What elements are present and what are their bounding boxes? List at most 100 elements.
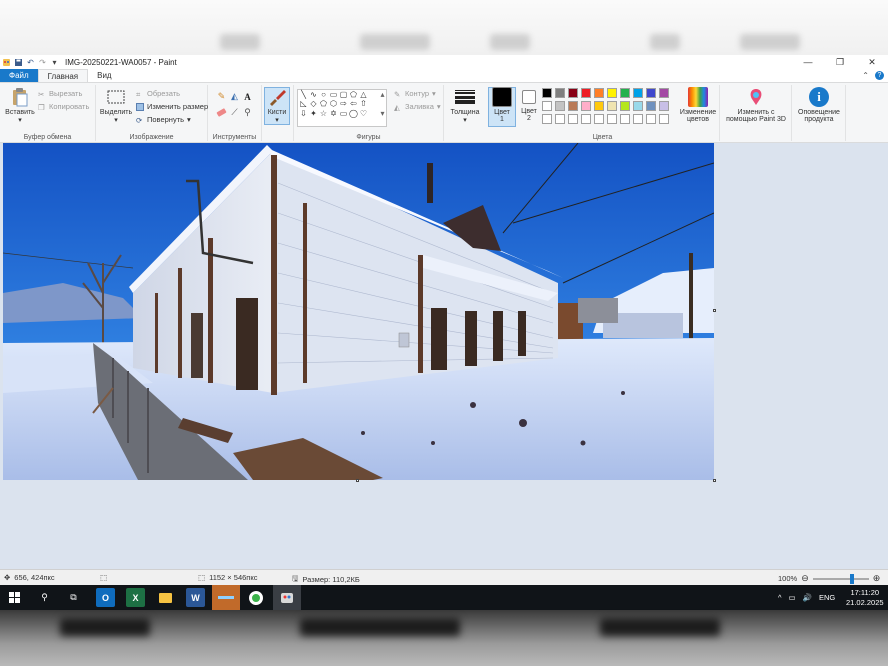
magnifier-icon[interactable]: ⚲ — [242, 107, 253, 118]
diamond-shape-icon[interactable]: ◇ — [309, 100, 318, 108]
paint3d-button[interactable]: Изменить с помощью Paint 3D — [722, 87, 790, 123]
search-icon[interactable]: ⚲ — [35, 588, 54, 607]
palette-swatch[interactable] — [594, 88, 604, 98]
shapes-scroll-icon[interactable]: ▴ — [378, 91, 387, 99]
task-view-icon[interactable]: ⧉ — [64, 588, 83, 607]
star-six-shape-icon[interactable]: ✡ — [329, 110, 338, 118]
arrow-left-shape-icon[interactable]: ⇦ — [349, 100, 358, 108]
arrow-up-shape-icon[interactable]: ⇧ — [359, 100, 368, 108]
palette-swatch[interactable] — [633, 88, 643, 98]
palette-swatch[interactable] — [568, 114, 578, 124]
brushes-button[interactable]: Кисти ▾ — [260, 87, 294, 124]
polygon-shape-icon[interactable]: ⬠ — [349, 91, 358, 99]
text-icon[interactable]: A — [242, 91, 253, 102]
callout-rect-shape-icon[interactable]: ▭ — [339, 110, 348, 118]
palette-swatch[interactable] — [659, 101, 669, 111]
palette-swatch[interactable] — [659, 88, 669, 98]
oval-shape-icon[interactable]: ○ — [319, 91, 328, 99]
outline-button[interactable]: ✎ Контур ▾ — [394, 89, 436, 99]
undo-icon[interactable]: ↶ — [26, 58, 35, 67]
clock[interactable]: 17:11:20 21.02.2025 — [846, 585, 884, 610]
product-alert-button[interactable]: i Оповещение продукта — [794, 87, 844, 123]
palette-swatch[interactable] — [581, 114, 591, 124]
resize-handle-corner[interactable] — [713, 479, 716, 482]
zoom-in-button[interactable]: ⊕ — [873, 573, 881, 584]
palette-swatch[interactable] — [542, 101, 552, 111]
eraser-icon[interactable] — [216, 107, 227, 118]
palette-swatch[interactable] — [568, 88, 578, 98]
palette-swatch[interactable] — [607, 114, 617, 124]
pencil-icon[interactable]: ✎ — [216, 91, 227, 102]
customize-quick-access-icon[interactable]: ▾ — [50, 58, 59, 67]
arrow-right-shape-icon[interactable]: ⇨ — [339, 100, 348, 108]
star-five-shape-icon[interactable]: ☆ — [319, 110, 328, 118]
heart-shape-icon[interactable]: ♡ — [359, 110, 368, 118]
palette-swatch[interactable] — [555, 101, 565, 111]
palette-swatch[interactable] — [646, 88, 656, 98]
palette-swatch[interactable] — [581, 88, 591, 98]
excel-icon[interactable]: X — [126, 588, 145, 607]
cut-button[interactable]: ✂ Вырезать — [38, 89, 82, 99]
language-indicator[interactable]: ENG — [819, 593, 835, 602]
zoom-slider-thumb[interactable] — [849, 573, 854, 584]
select-button[interactable]: Выделить ▾ — [98, 87, 134, 124]
palette-swatch[interactable] — [620, 101, 630, 111]
palette-swatch[interactable] — [581, 101, 591, 111]
right-triangle-shape-icon[interactable]: ◺ — [299, 100, 308, 108]
star-four-shape-icon[interactable]: ✦ — [309, 110, 318, 118]
tray-chevron-icon[interactable]: ^ — [778, 593, 782, 602]
callout-oval-shape-icon[interactable]: ◯ — [349, 110, 358, 118]
pentagon-shape-icon[interactable]: ⬠ — [319, 100, 328, 108]
zoom-out-button[interactable]: ⊖ — [801, 573, 809, 584]
color2-button[interactable]: Цвет 2 — [514, 87, 544, 122]
fill-bucket-icon[interactable]: ◭ — [229, 91, 240, 102]
palette-swatch[interactable] — [607, 101, 617, 111]
palette-swatch[interactable] — [659, 114, 669, 124]
rectangle-shape-icon[interactable]: ▭ — [329, 91, 338, 99]
palette-swatch[interactable] — [607, 88, 617, 98]
hexagon-shape-icon[interactable]: ⬡ — [329, 100, 338, 108]
canvas-image[interactable] — [3, 143, 714, 480]
rounded-rectangle-shape-icon[interactable]: ▢ — [339, 91, 348, 99]
resize-handle-right[interactable] — [713, 309, 716, 312]
palette-swatch[interactable] — [542, 114, 552, 124]
maximize-button[interactable]: ❐ — [824, 55, 856, 69]
network-icon[interactable]: ▭ — [789, 593, 796, 602]
palette-swatch[interactable] — [633, 101, 643, 111]
minimize-button[interactable]: — — [792, 55, 824, 69]
palette-swatch[interactable] — [646, 101, 656, 111]
crop-button[interactable]: ⌗ Обрезать — [136, 89, 180, 99]
paste-button[interactable]: Вставить ▾ — [2, 87, 38, 124]
size-button[interactable]: Толщина ▾ — [447, 87, 483, 124]
redo-icon[interactable]: ↷ — [38, 58, 47, 67]
copy-button[interactable]: ❐ Копировать — [38, 102, 89, 112]
word-icon[interactable]: W — [186, 588, 205, 607]
palette-swatch[interactable] — [594, 101, 604, 111]
palette-swatch[interactable] — [555, 114, 565, 124]
fill-button[interactable]: ◭ Заливка ▾ — [394, 102, 441, 112]
line-shape-icon[interactable]: ╲ — [299, 91, 308, 99]
volume-icon[interactable]: 🔊 — [803, 593, 812, 602]
palette-swatch[interactable] — [646, 114, 656, 124]
resize-button[interactable]: Изменить размер — [136, 102, 208, 111]
close-button[interactable]: ✕ — [856, 55, 888, 69]
save-icon[interactable] — [14, 58, 23, 67]
tab-home[interactable]: Главная — [37, 69, 89, 82]
resize-handle-bottom[interactable] — [356, 479, 359, 482]
palette-swatch[interactable] — [568, 101, 578, 111]
arrow-down-shape-icon[interactable]: ⇩ — [299, 110, 308, 118]
palette-swatch[interactable] — [633, 114, 643, 124]
help-icon[interactable]: ? — [875, 71, 884, 80]
windows-start-icon[interactable] — [5, 588, 24, 607]
palette-swatch[interactable] — [594, 114, 604, 124]
triangle-shape-icon[interactable]: △ — [359, 91, 368, 99]
tab-file[interactable]: Файл — [0, 69, 38, 82]
canvas-area[interactable] — [0, 143, 888, 569]
collapse-ribbon-icon[interactable]: ⌃ — [862, 71, 869, 80]
edit-colors-button[interactable]: Изменение цветов — [676, 87, 720, 123]
palette-swatch[interactable] — [542, 88, 552, 98]
shapes-more-icon[interactable]: ▾ — [378, 110, 387, 118]
chrome-icon[interactable] — [246, 588, 265, 607]
color-picker-icon[interactable]: ⟋ — [229, 107, 240, 118]
outlook-icon[interactable]: O — [96, 588, 115, 607]
